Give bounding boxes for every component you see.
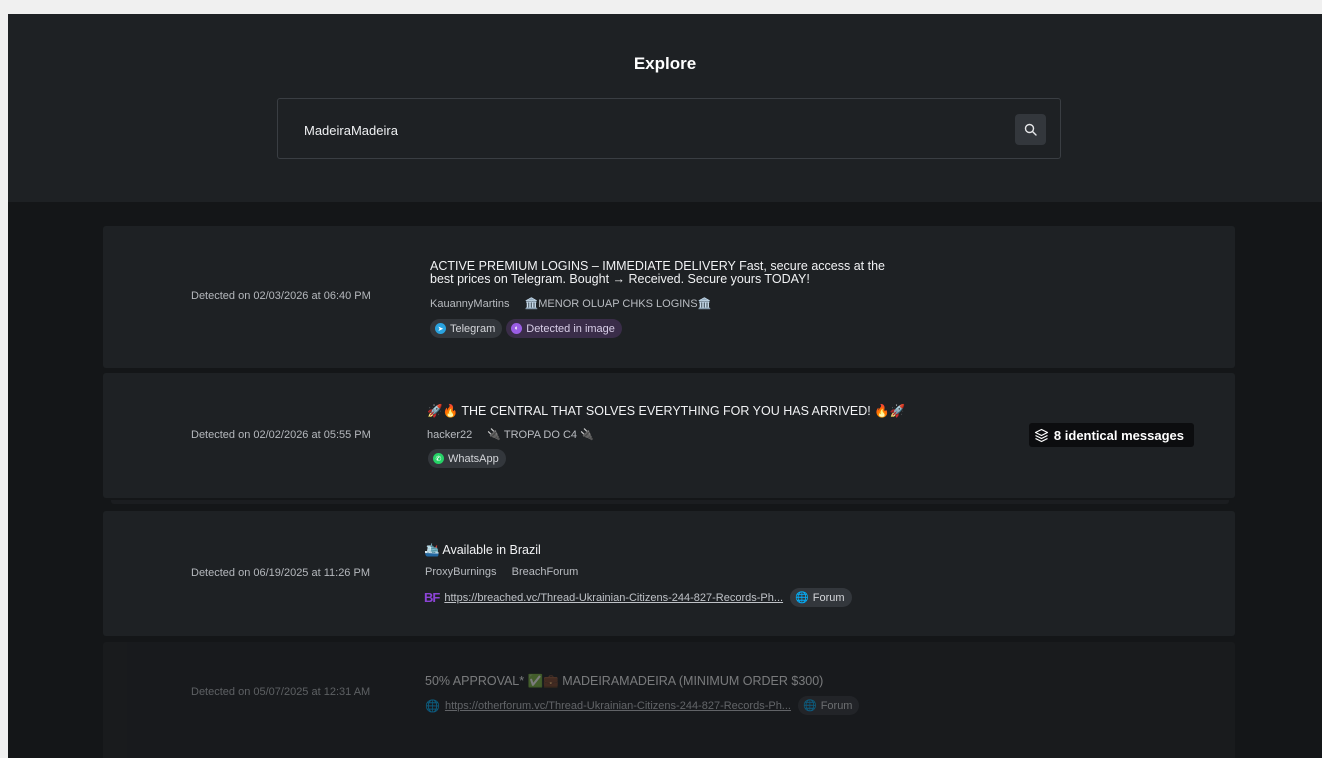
source-link[interactable]: https://otherforum.vc/Thread-Ukrainian-C… xyxy=(445,700,791,712)
result-card[interactable]: Detected on 05/07/2025 at 12:31 AM 50% A… xyxy=(103,642,1235,758)
meta-row: ProxyBurnings BreachForum xyxy=(425,566,590,578)
message-text: ACTIVE PREMIUM LOGINS – IMMEDIATE DELIVE… xyxy=(430,260,885,286)
meta-row: KauannyMartins 🏛️MENOR OLUAP CHKS LOGINS… xyxy=(430,297,723,310)
tag-detected-in-image[interactable]: ◐ Detected in image xyxy=(506,319,622,338)
tag-label: Forum xyxy=(820,699,853,712)
detected-date: Detected on 02/02/2026 at 05:55 PM xyxy=(191,429,371,441)
detected-date: Detected on 05/07/2025 at 12:31 AM xyxy=(191,686,371,698)
author-name[interactable]: hacker22 xyxy=(427,429,472,441)
search-button[interactable] xyxy=(1015,114,1046,145)
tag-label: Forum xyxy=(812,591,845,604)
channel-name[interactable]: 🔌 TROPA DO C4 🔌 xyxy=(487,429,593,441)
layers-icon xyxy=(1034,428,1049,442)
tag-whatsapp[interactable]: ✆ WhatsApp xyxy=(428,449,506,468)
globe-icon: 🌐 xyxy=(795,592,809,604)
detected-date: Detected on 02/03/2026 at 06:40 PM xyxy=(191,290,371,302)
message-text: 🛳️ Available in Brazil xyxy=(424,543,541,557)
tag-label: WhatsApp xyxy=(448,452,499,465)
identical-messages-badge[interactable]: 8 identical messages xyxy=(1028,423,1194,447)
detected-date: Detected on 06/19/2025 at 11:26 PM xyxy=(191,567,370,579)
source-link[interactable]: https://breached.vc/Thread-Ukrainian-Cit… xyxy=(444,592,783,604)
stacked-card-edge xyxy=(111,500,1229,504)
author-name[interactable]: KauannyMartins xyxy=(430,298,510,310)
globe-icon: 🌐 xyxy=(802,700,817,712)
tag-label: Detected in image xyxy=(526,322,615,335)
page-title: Explore xyxy=(633,54,697,73)
source-link-row: 🌐 https://otherforum.vc/Thread-Ukrainian… xyxy=(425,696,860,715)
source-link-row: BF https://breached.vc/Thread-Ukrainian-… xyxy=(424,588,852,607)
channel-name[interactable]: BreachForum xyxy=(512,566,579,578)
globe-icon: 🌐 xyxy=(425,698,440,713)
result-card[interactable]: Detected on 06/19/2025 at 11:26 PM 🛳️ Av… xyxy=(103,511,1235,636)
tag-list: ➤ Telegram ◐ Detected in image xyxy=(430,319,622,338)
result-card[interactable]: Detected on 02/02/2026 at 05:55 PM 🚀🔥 TH… xyxy=(103,373,1235,498)
meta-row: hacker22 🔌 TROPA DO C4 🔌 xyxy=(427,428,606,441)
explore-header: Explore MadeiraMadeira xyxy=(8,14,1322,202)
message-text: 50% APPROVAL* ✅💼 MADEIRAMADEIRA (MINIMUM… xyxy=(425,674,824,688)
tag-label: Telegram xyxy=(450,322,496,335)
tag-telegram[interactable]: ➤ Telegram xyxy=(430,319,503,338)
search-input[interactable]: MadeiraMadeira xyxy=(277,98,1061,159)
author-name[interactable]: ProxyBurnings xyxy=(425,566,497,578)
image-detect-icon: ◐ xyxy=(511,323,523,334)
message-text: 🚀🔥 THE CENTRAL THAT SOLVES EVERYTHING FO… xyxy=(427,404,906,418)
telegram-icon: ➤ xyxy=(435,323,446,334)
tag-forum[interactable]: 🌐 Forum xyxy=(790,588,852,607)
result-card[interactable]: Detected on 02/03/2026 at 06:40 PM ACTIV… xyxy=(103,226,1235,368)
explore-page: Explore MadeiraMadeira Detected on 02/03… xyxy=(8,14,1322,758)
search-value[interactable]: MadeiraMadeira xyxy=(304,123,398,138)
channel-name[interactable]: 🏛️MENOR OLUAP CHKS LOGINS🏛️ xyxy=(525,298,712,310)
message-line: best prices on Telegram. Bought → Receiv… xyxy=(430,272,810,286)
tag-forum[interactable]: 🌐 Forum xyxy=(797,696,860,715)
search-icon xyxy=(1024,123,1037,136)
tag-list: ✆ WhatsApp xyxy=(428,449,506,468)
identical-count: 8 identical messages xyxy=(1053,427,1184,443)
whatsapp-icon: ✆ xyxy=(433,453,444,464)
breachforum-logo: BF xyxy=(424,590,440,605)
